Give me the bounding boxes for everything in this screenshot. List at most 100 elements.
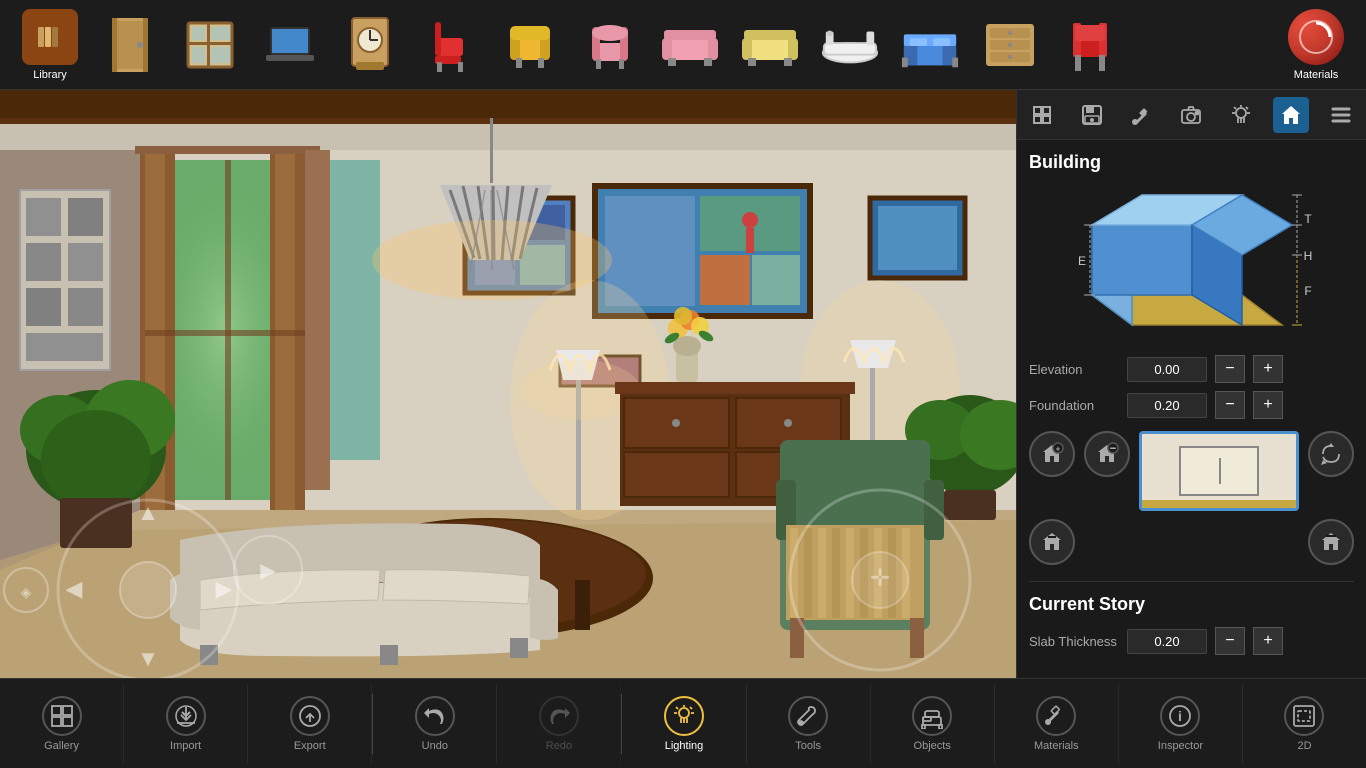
floor-plan-thumbnail[interactable] xyxy=(1139,431,1299,511)
toolbar-item-chair-pink[interactable] xyxy=(570,5,650,85)
panel-tool-paint[interactable] xyxy=(1124,97,1160,133)
import-label: Import xyxy=(170,740,201,752)
toolbar-item-door[interactable] xyxy=(90,5,170,85)
laptop-icon xyxy=(260,15,320,75)
red-chair2-icon xyxy=(1060,15,1120,75)
toolbar-item-dresser-top[interactable] xyxy=(970,5,1050,85)
panel-tool-camera[interactable] xyxy=(1173,97,1209,133)
toolbar-item-armchair-yellow[interactable] xyxy=(490,5,570,85)
svg-text:▼: ▼ xyxy=(137,646,159,671)
bottom-item-redo[interactable]: Redo xyxy=(497,684,621,764)
top-toolbar: Library xyxy=(0,0,1366,90)
foundation-input[interactable] xyxy=(1127,393,1207,418)
toolbar-item-laptop[interactable] xyxy=(250,5,330,85)
toolbar-item-library[interactable]: Library xyxy=(10,5,90,85)
tools-label: Tools xyxy=(795,740,821,752)
toolbar-item-sofa-pink[interactable] xyxy=(650,5,730,85)
add-building-button[interactable]: + xyxy=(1029,431,1075,477)
action-btn-move-up[interactable] xyxy=(1029,519,1075,565)
bottom-toolbar: Gallery Import Export xyxy=(0,678,1366,768)
materials-icon xyxy=(1288,9,1344,65)
current-story-title: Current Story xyxy=(1029,594,1354,615)
elevation-decrease-button[interactable]: − xyxy=(1215,355,1245,383)
bottom-item-gallery[interactable]: Gallery xyxy=(0,684,124,764)
materials-bottom-icon xyxy=(1036,696,1076,736)
panel-tool-list[interactable] xyxy=(1323,97,1359,133)
yellow-sofa-icon xyxy=(740,15,800,75)
door-icon xyxy=(100,15,160,75)
elevation-row: Elevation − + xyxy=(1029,355,1354,383)
bottom-item-tools[interactable]: Tools xyxy=(747,684,871,764)
export-label: Export xyxy=(294,740,326,752)
inspector-label: Inspector xyxy=(1158,740,1203,752)
toolbar-item-sofa-yellow[interactable] xyxy=(730,5,810,85)
elevation-increase-button[interactable]: + xyxy=(1253,355,1283,383)
panel-tool-select[interactable] xyxy=(1024,97,1060,133)
undo-icon xyxy=(415,696,455,736)
toolbar-item-chair-red2[interactable] xyxy=(1050,5,1130,85)
library-icon xyxy=(22,9,78,65)
panel-tool-save[interactable] xyxy=(1074,97,1110,133)
objects-label: Objects xyxy=(914,740,951,752)
panel-content: Building T H F E xyxy=(1017,140,1366,675)
toolbar-item-bathtub[interactable] xyxy=(810,5,890,85)
foundation-row: Foundation − + xyxy=(1029,391,1354,419)
remove-building-button[interactable] xyxy=(1084,431,1130,477)
svg-text:✛: ✛ xyxy=(870,565,890,592)
foundation-decrease-button[interactable]: − xyxy=(1215,391,1245,419)
toolbar-item-clock[interactable] xyxy=(330,5,410,85)
toolbar-item-window[interactable] xyxy=(170,5,250,85)
foundation-increase-button[interactable]: + xyxy=(1253,391,1283,419)
bottom-item-lighting[interactable]: Lighting xyxy=(622,684,746,764)
toolbar-item-chair-red[interactable] xyxy=(410,5,490,85)
pink-sofa-icon xyxy=(660,15,720,75)
svg-text:◈: ◈ xyxy=(21,584,32,600)
bottom-item-2d[interactable]: 2D xyxy=(1243,684,1366,764)
library-label: Library xyxy=(33,69,67,81)
panel-tool-home[interactable] xyxy=(1273,97,1309,133)
foundation-label: Foundation xyxy=(1029,398,1119,413)
inspector-icon: i xyxy=(1160,696,1200,736)
panel-tool-light[interactable] xyxy=(1223,97,1259,133)
svg-text:◀: ◀ xyxy=(66,576,83,601)
toolbar-item-bed[interactable] xyxy=(890,5,970,85)
bottom-item-objects[interactable]: Objects xyxy=(871,684,995,764)
svg-text:▶: ▶ xyxy=(260,560,276,582)
bottom-item-export[interactable]: Export xyxy=(248,684,372,764)
slab-thickness-increase-button[interactable]: + xyxy=(1253,627,1283,655)
svg-text:H: H xyxy=(1303,249,1312,263)
elevation-label: Elevation xyxy=(1029,362,1119,377)
slab-thickness-decrease-button[interactable]: − xyxy=(1215,627,1245,655)
slab-thickness-input[interactable] xyxy=(1127,629,1207,654)
materials-label: Materials xyxy=(1294,69,1339,81)
import-icon xyxy=(166,696,206,736)
box-diagram: T H F E xyxy=(1029,185,1354,345)
2d-icon xyxy=(1284,696,1324,736)
svg-text:F: F xyxy=(1304,284,1311,298)
lighting-label: Lighting xyxy=(665,740,704,752)
yellow-armchair-icon xyxy=(500,15,560,75)
red-chair-icon xyxy=(420,15,480,75)
building-title: Building xyxy=(1029,152,1354,173)
redo-icon xyxy=(539,696,579,736)
gallery-label: Gallery xyxy=(44,740,79,752)
svg-text:▶: ▶ xyxy=(216,576,233,601)
action-buttons-row: + xyxy=(1029,431,1354,565)
elevation-input[interactable] xyxy=(1127,357,1207,382)
pink-chair-icon xyxy=(580,15,640,75)
slab-thickness-label: Slab Thickness xyxy=(1029,634,1119,649)
bottom-item-materials[interactable]: Materials xyxy=(995,684,1119,764)
export-icon xyxy=(290,696,330,736)
action-btn-rotate[interactable] xyxy=(1308,431,1354,477)
main-viewport: ▲ ▼ ◀ ▶ ▶ ✛ ◈ xyxy=(0,90,1016,678)
clock-icon xyxy=(340,15,400,75)
bottom-item-inspector[interactable]: i Inspector xyxy=(1119,684,1243,764)
bottom-item-import[interactable]: Import xyxy=(124,684,248,764)
right-panel: Building T H F E xyxy=(1016,90,1366,678)
current-story-section: Current Story Slab Thickness − + xyxy=(1029,581,1354,655)
bed-icon xyxy=(900,15,960,75)
action-btn-move-down[interactable] xyxy=(1308,519,1354,565)
dresser-top-icon xyxy=(980,15,1040,75)
toolbar-item-materials[interactable]: Materials xyxy=(1276,5,1356,85)
bottom-item-undo[interactable]: Undo xyxy=(373,684,497,764)
